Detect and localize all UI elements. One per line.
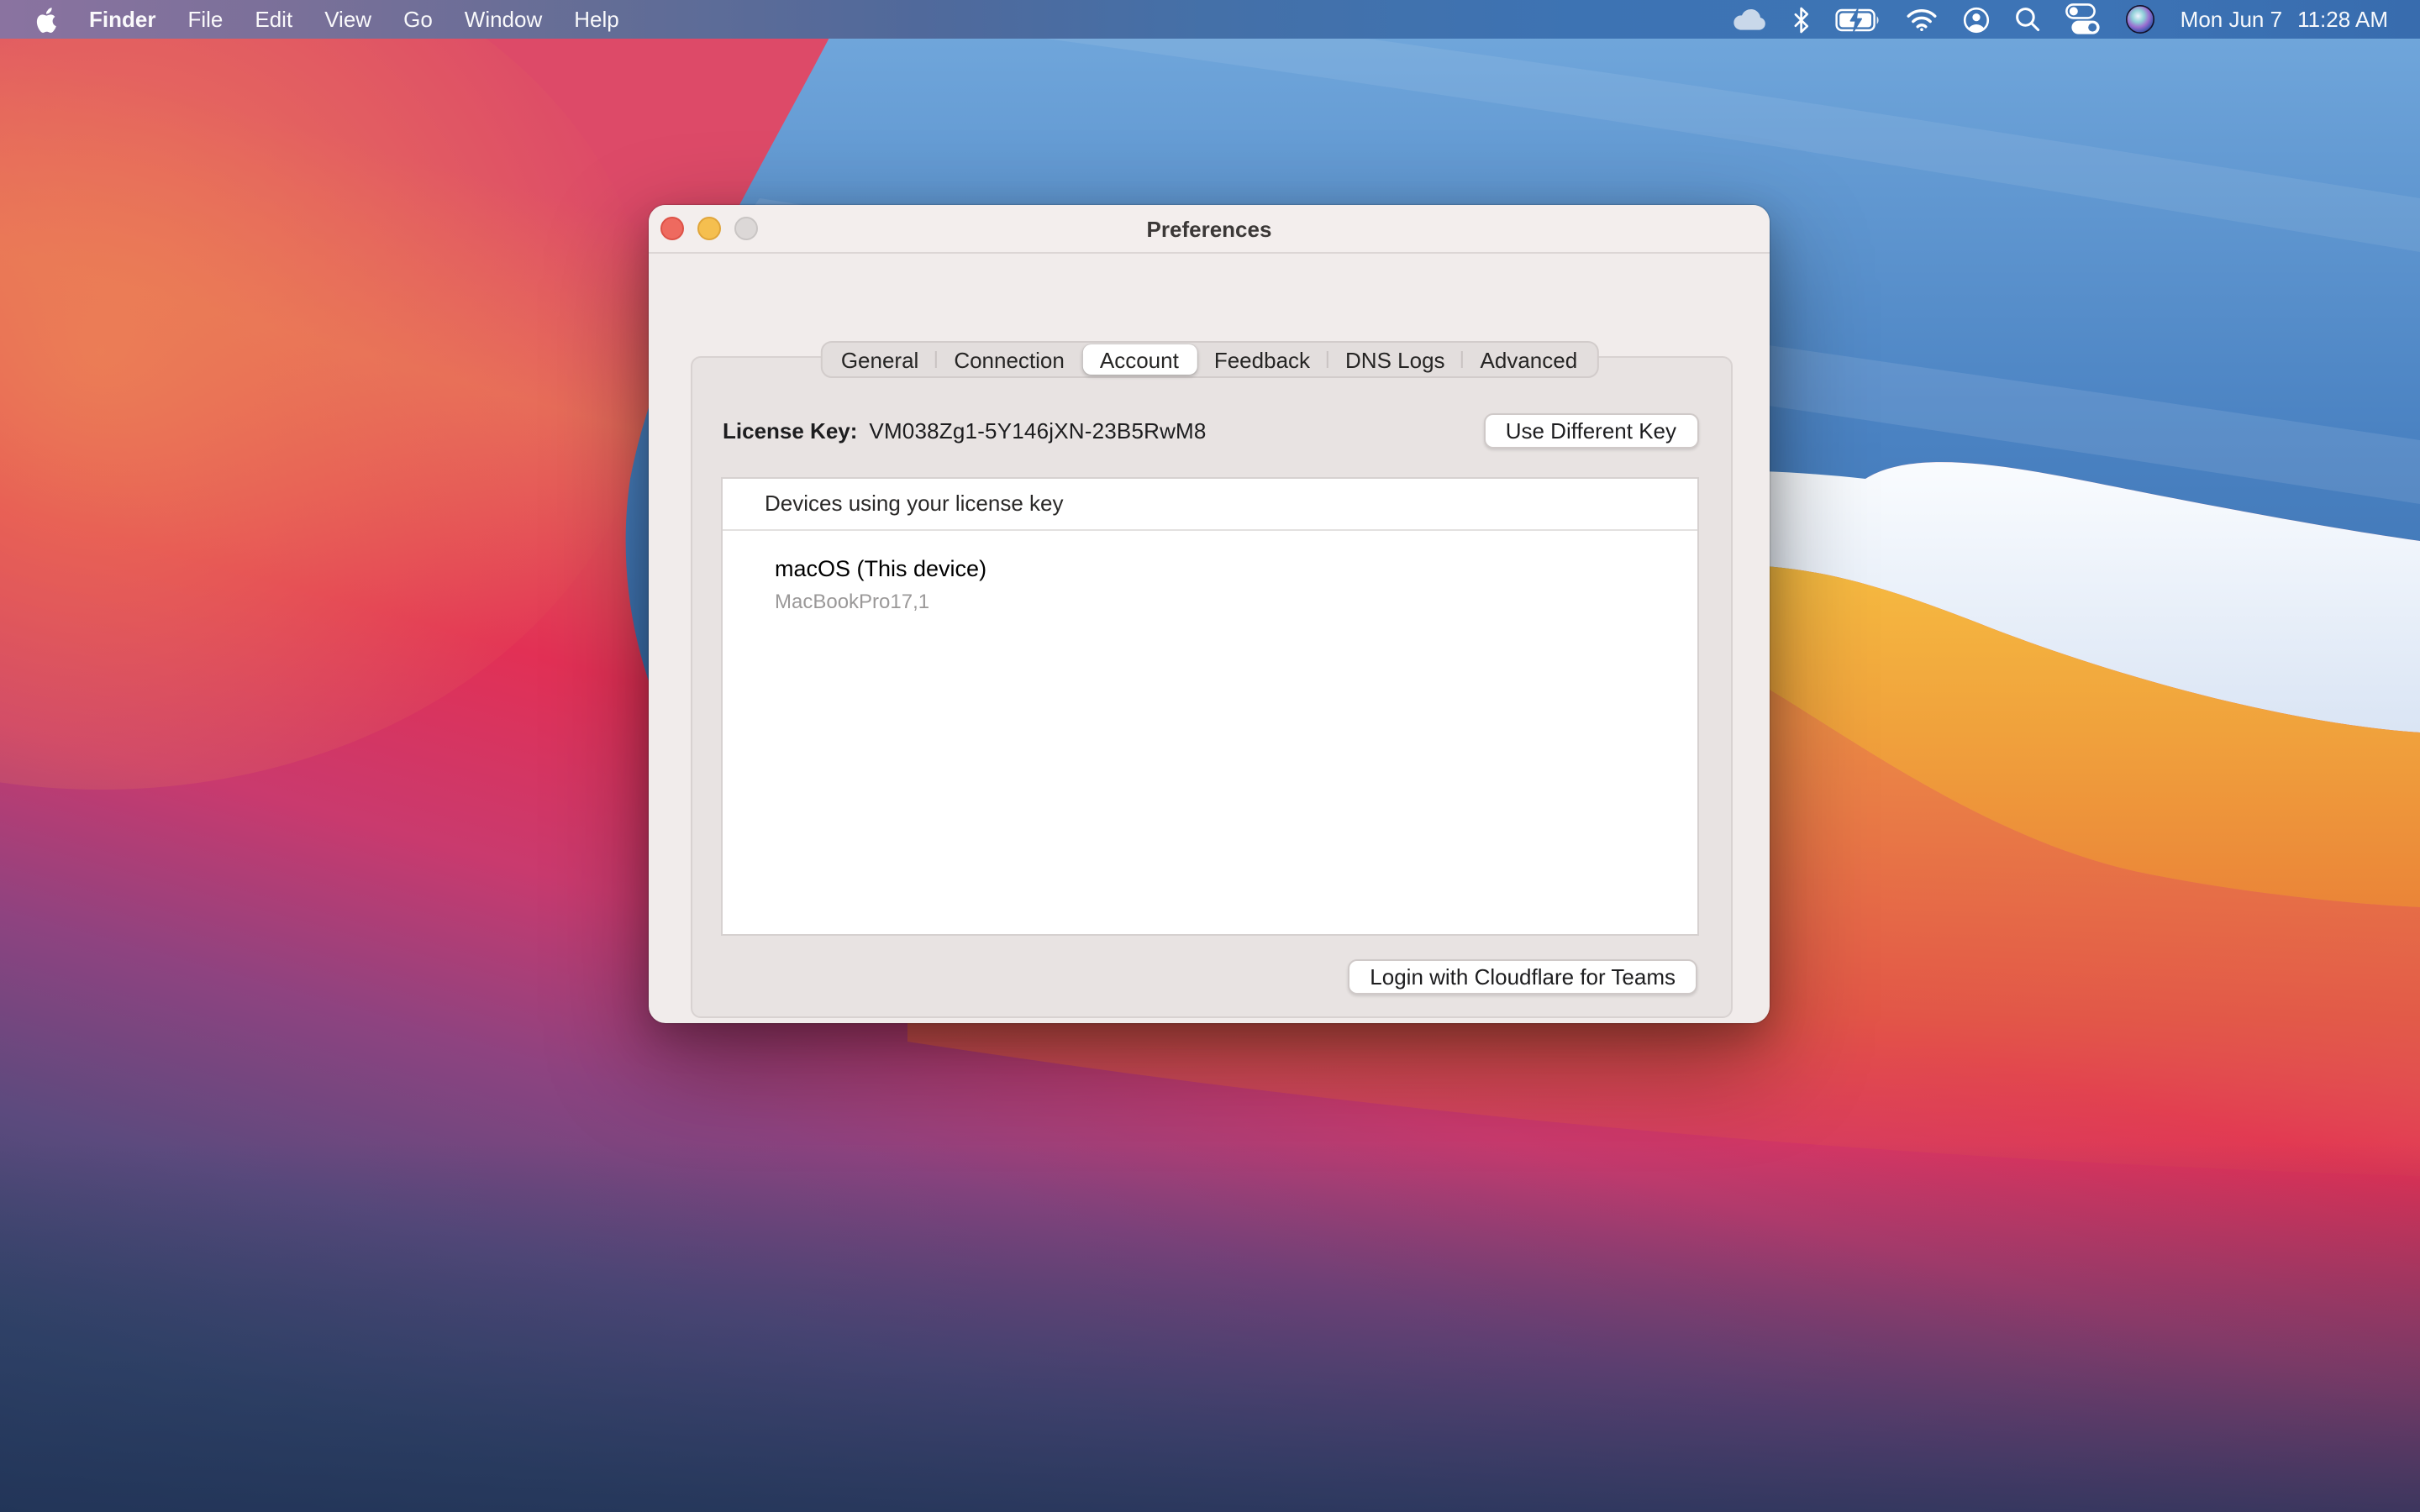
minimize-button[interactable]: [697, 217, 721, 240]
tab-feedback[interactable]: Feedback: [1197, 344, 1328, 375]
tab-dns-logs[interactable]: DNS Logs: [1328, 344, 1463, 375]
license-key-label: License Key:: [723, 418, 857, 444]
tab-general[interactable]: General: [823, 344, 937, 375]
menu-item-window[interactable]: Window: [465, 7, 543, 32]
wifi-icon[interactable]: [1907, 7, 1939, 32]
spotlight-search-icon[interactable]: [2016, 7, 2041, 32]
window-title: Preferences: [649, 216, 1770, 241]
apple-menu-icon[interactable]: [34, 6, 57, 33]
devices-panel: Devices using your license key macOS (Th…: [721, 476, 1699, 935]
menu-item-app[interactable]: Finder: [89, 7, 155, 32]
user-account-icon[interactable]: [1964, 6, 1991, 33]
control-center-icon[interactable]: [2066, 3, 2102, 35]
preferences-tab-bar: General Connection Account Feedback DNS …: [820, 341, 1598, 378]
menu-item-view[interactable]: View: [324, 7, 371, 32]
menu-clock[interactable]: Mon Jun 7 11:28 AM: [2181, 7, 2388, 32]
menu-bar: Finder File Edit View Go Window Help: [0, 0, 2420, 39]
zoom-button-disabled: [734, 217, 758, 240]
traffic-lights: [649, 217, 758, 240]
license-key-row: License Key: VM038Zg1-5Y146jXN-23B5RwM8 …: [692, 412, 1730, 449]
device-model: MacBookPro17,1: [775, 587, 1697, 614]
menu-item-file[interactable]: File: [187, 7, 223, 32]
tab-account[interactable]: Account: [1082, 344, 1197, 375]
tab-connection[interactable]: Connection: [936, 344, 1082, 375]
devices-panel-header: Devices using your license key: [723, 478, 1697, 530]
menu-item-help[interactable]: Help: [574, 7, 619, 32]
siri-icon[interactable]: [2127, 5, 2155, 34]
account-tab-panel: License Key: VM038Zg1-5Y146jXN-23B5RwM8 …: [690, 355, 1732, 1017]
menu-item-go[interactable]: Go: [403, 7, 433, 32]
device-name: macOS (This device): [775, 552, 1697, 584]
bluetooth-icon[interactable]: [1794, 6, 1811, 33]
tab-advanced[interactable]: Advanced: [1463, 344, 1596, 375]
menu-item-edit[interactable]: Edit: [255, 7, 292, 32]
window-titlebar[interactable]: Preferences: [649, 205, 1770, 254]
clock-time: 11:28 AM: [2297, 7, 2388, 32]
window-content: General Connection Account Feedback DNS …: [649, 254, 1770, 1023]
license-key-value: VM038Zg1-5Y146jXN-23B5RwM8: [869, 418, 1206, 444]
clock-date: Mon Jun 7: [2181, 7, 2282, 32]
use-different-key-button[interactable]: Use Different Key: [1484, 413, 1698, 449]
devices-list: macOS (This device) MacBookPro17,1: [723, 530, 1697, 614]
device-list-item[interactable]: macOS (This device) MacBookPro17,1: [775, 552, 1697, 614]
preferences-window: Preferences General Connection Account F…: [649, 205, 1770, 1023]
desktop: Finder File Edit View Go Window Help: [0, 0, 2420, 1512]
close-button[interactable]: [660, 217, 684, 240]
battery-charging-icon[interactable]: [1836, 8, 1881, 31]
login-row: Login with Cloudflare for Teams: [1348, 958, 1697, 994]
login-with-cloudflare-teams-button[interactable]: Login with Cloudflare for Teams: [1348, 958, 1697, 994]
cloudflare-warp-icon[interactable]: [1732, 7, 1769, 32]
